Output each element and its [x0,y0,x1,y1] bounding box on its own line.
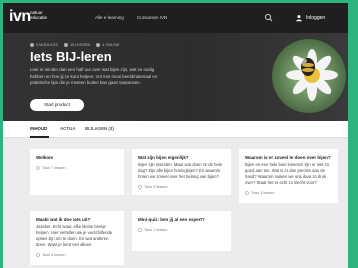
card-title: Maakt wat ik doe iets uit? [36,217,91,222]
logo-subtitle: natuur educatie [30,10,48,20]
nav-link-courses[interactable]: Cursussen IVN [137,15,167,20]
module-icon [30,43,34,47]
module-card-mini-quiz[interactable]: Mini-quiz: ben jij al een expert? Toon 1… [132,211,231,251]
module-card-maakt-het-uit[interactable]: Maakt wat ik doe iets uit? Jazeker. Echt… [30,211,124,265]
start-product-button[interactable]: Start product [30,99,84,111]
course-meta: 3 MODULES 15 LESSEN 4 ONLINE [30,43,120,47]
nav-link-all-elearning[interactable]: Alle e-learning [95,15,124,20]
clock-icon [138,185,142,189]
login-button[interactable]: Inloggen [295,13,325,23]
ivn-logo[interactable]: ivn [9,9,31,25]
card-title: Welkom [36,155,54,160]
module-card-welkom[interactable]: Welkom Toon 7 lessen [30,149,124,195]
online-count: 4 ONLINE [96,43,120,47]
clock-icon [36,253,40,257]
clock-icon [36,166,40,170]
top-navigation: ivn natuur educatie Alle e-learning Curs… [3,3,348,33]
lesson-count: Toon 3 lessen [245,191,332,195]
login-label: Inloggen [306,15,326,21]
card-description: Jazeker. Echt waar, elke kleine beetje h… [36,224,113,247]
app-frame: ivn natuur educatie Alle e-learning Curs… [3,3,348,268]
page-title: Iets BIJ-leren [30,49,112,64]
tab-bar: INHOUD ACTUA BIJLAGEN (3) [3,121,348,138]
course-description: Leer in minder dan een half uur over wat… [30,67,158,85]
card-title: Waarom is er zoveel te doen over bijen? [245,155,331,160]
hero-banner: 3 MODULES 15 LESSEN 4 ONLINE Iets BIJ-le… [3,33,348,121]
card-title: Wat zijn bijen eigenlijk? [138,155,189,160]
online-icon [96,43,100,47]
lesson-count: Toon 7 lessen [36,166,118,170]
card-description: Bijen zijn insecten. Maar wat doen ze de… [138,162,223,179]
lesson-count: Toon 3 lessen [138,185,225,189]
tab-actua[interactable]: ACTUA [60,126,75,131]
lesson-icon [64,43,68,47]
active-tab-indicator [30,136,49,138]
module-card-wat-zijn-bijen[interactable]: Wat zijn bijen eigenlijk? Bijen zijn ins… [132,149,231,195]
clock-icon [138,228,142,232]
user-icon [296,15,302,22]
lesson-count: Toon 4 lessen [36,253,118,257]
tab-bijlagen[interactable]: BIJLAGEN (3) [85,126,114,131]
clock-icon [245,191,249,195]
lessons-count: 15 LESSEN [64,43,90,47]
card-title: Mini-quiz: ben jij al een expert? [138,217,205,222]
lesson-count: Toon 1 lessen [138,228,225,232]
modules-count: 3 MODULES [30,43,58,47]
tab-inhoud[interactable]: INHOUD [30,126,47,131]
card-description: Bijen en een hele boel insecten zijn er … [245,162,330,185]
search-icon[interactable] [263,12,275,24]
module-card-waarom-zoveel[interactable]: Waarom is er zoveel te doen over bijen? … [239,149,338,203]
bee-on-flower-photo [272,39,346,113]
